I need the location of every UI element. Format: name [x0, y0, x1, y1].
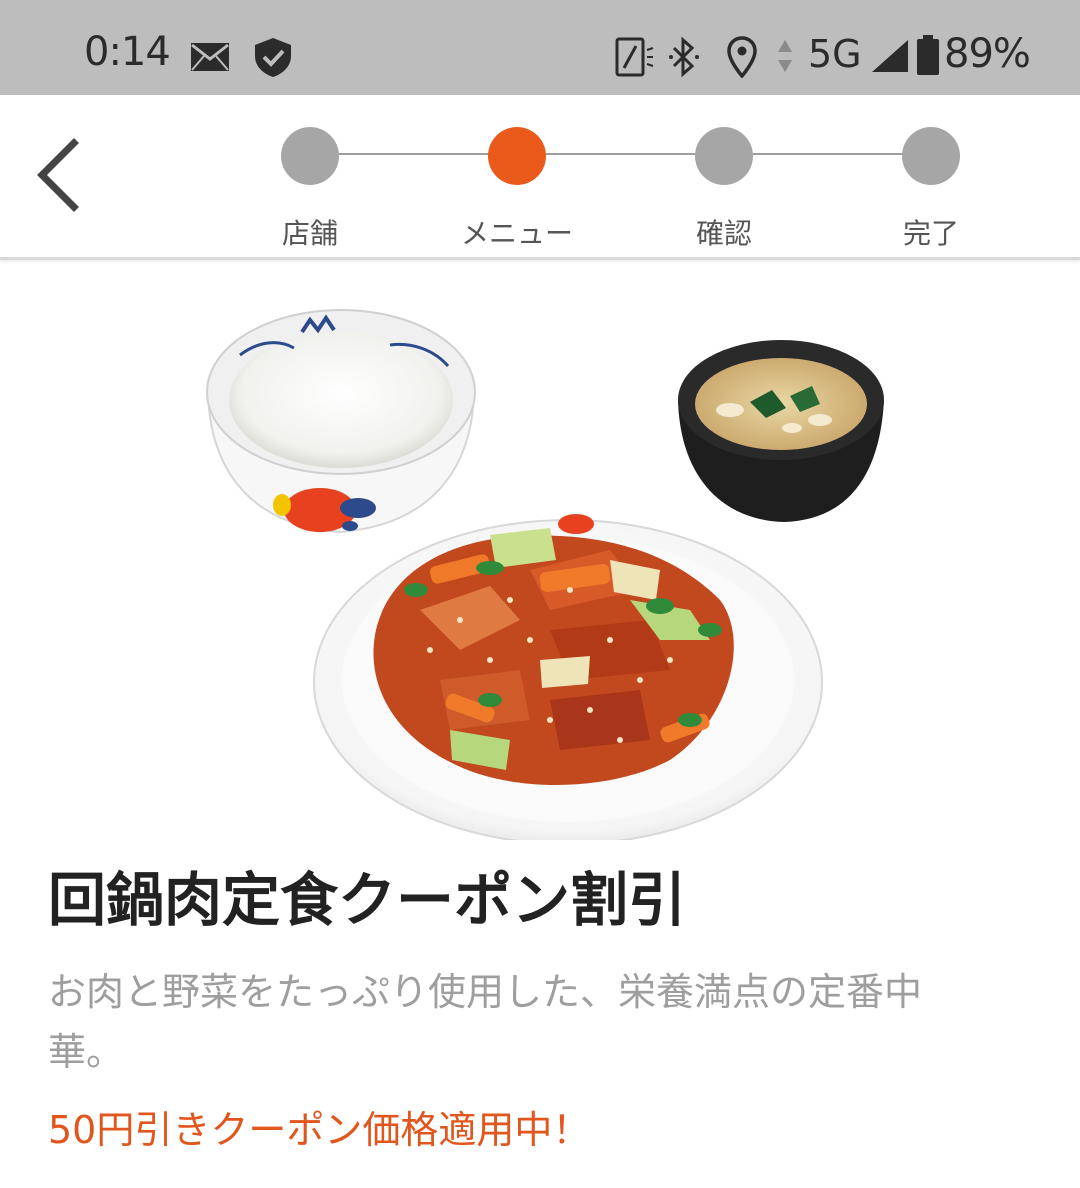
menu-item-description: お肉と野菜をたっぷり使用した、栄養満点の定番中華。: [48, 970, 923, 1074]
rice-bowl: [206, 309, 476, 534]
nfc-icon: [614, 36, 656, 82]
bluetooth-icon: [666, 36, 702, 82]
shield-check-icon: [252, 36, 294, 82]
step-label-store: 店舗: [281, 217, 338, 250]
chevron-left-icon: [37, 138, 79, 212]
step-dot-menu: [488, 127, 546, 185]
step-connector: [753, 153, 903, 155]
step-label-menu: メニュー: [460, 217, 573, 250]
coupon-applied-notice: 50円引きクーポン価格適用中！: [48, 1108, 591, 1152]
menu-item-title: 回鍋肉定食クーポン割引: [48, 866, 687, 934]
order-progress-header: 店舗 メニュー 確認 完了: [0, 95, 1080, 260]
step-connector: [339, 153, 489, 155]
location-icon: [726, 36, 758, 82]
back-button[interactable]: [28, 135, 92, 215]
step-connector: [546, 153, 696, 155]
battery-icon: [916, 34, 940, 80]
step-dot-confirm: [695, 127, 753, 185]
network-type: 5G: [808, 32, 862, 76]
menu-item-image: [190, 300, 910, 845]
battery-percent: 89%: [944, 31, 1031, 77]
step-dot-store: [281, 127, 339, 185]
step-label-confirm: 確認: [695, 217, 752, 250]
data-arrows-icon: [776, 38, 794, 78]
signal-icon: [870, 38, 910, 78]
mail-icon: [190, 42, 230, 76]
status-time: 0:14: [84, 29, 171, 75]
step-label-complete: 完了: [902, 217, 959, 250]
status-bar: 0:14 5G 89%: [0, 0, 1080, 95]
miso-soup-bowl: [678, 340, 884, 522]
step-dot-complete: [902, 127, 960, 185]
